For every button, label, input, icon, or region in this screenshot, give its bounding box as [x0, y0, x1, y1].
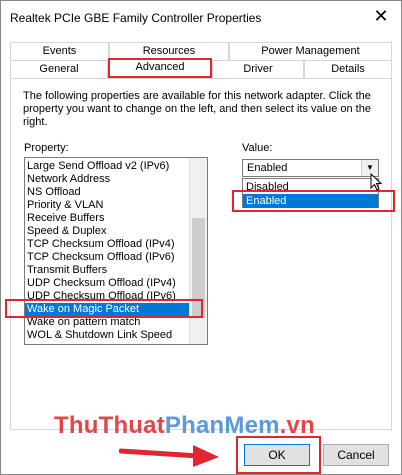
tab-driver[interactable]: Driver [212, 60, 304, 79]
list-item[interactable]: Speed & Duplex [27, 225, 107, 238]
title-bar: Realtek PCIe GBE Family Controller Prope… [1, 1, 401, 33]
list-item[interactable]: Network Address [27, 173, 110, 186]
list-item[interactable]: WOL & Shutdown Link Speed [27, 329, 172, 342]
tab-label: Power Management [261, 45, 360, 57]
tab-label: General [39, 63, 79, 75]
tab-general[interactable]: General [10, 60, 108, 79]
highlight-wake-on-magic-packet [5, 299, 203, 318]
description-text: The following properties are available f… [23, 90, 371, 128]
close-icon[interactable]: ✕ [367, 5, 395, 29]
list-item[interactable]: Receive Buffers [27, 212, 104, 225]
watermark-part: PhanMem [164, 412, 280, 439]
tab-label: Driver [243, 63, 273, 75]
cancel-button[interactable]: Cancel [323, 444, 389, 466]
property-label: Property: [24, 142, 69, 154]
highlight-ok-button [236, 436, 321, 474]
mouse-cursor-icon [370, 173, 382, 191]
red-arrow-icon [119, 445, 219, 467]
list-item[interactable]: Priority & VLAN [27, 199, 103, 212]
list-item[interactable]: Large Send Offload v2 (IPv6) [27, 160, 169, 173]
tab-details[interactable]: Details [304, 60, 392, 79]
tab-label: Events [42, 45, 77, 57]
list-item[interactable]: TCP Checksum Offload (IPv6) [27, 251, 175, 264]
tab-events[interactable]: Events [10, 42, 109, 60]
list-item[interactable]: Transmit Buffers [27, 264, 107, 277]
tab-label: Resources [142, 45, 196, 57]
list-item[interactable]: TCP Checksum Offload (IPv4) [27, 238, 175, 251]
highlight-advanced-tab [108, 58, 212, 78]
value-select[interactable]: Enabled ▼ [242, 159, 379, 177]
watermark-part: ThuThuat [54, 412, 165, 439]
properties-dialog: Realtek PCIe GBE Family Controller Prope… [0, 0, 402, 475]
value-label: Value: [242, 142, 273, 154]
list-item[interactable]: NS Offload [27, 186, 81, 199]
window-title: Realtek PCIe GBE Family Controller Prope… [10, 11, 262, 25]
value-select-current: Enabled [247, 162, 288, 174]
tab-label: Details [331, 63, 365, 75]
list-item[interactable]: UDP Checksum Offload (IPv4) [27, 277, 176, 290]
tab-power-management[interactable]: Power Management [229, 42, 392, 60]
highlight-enabled-option [232, 190, 395, 212]
watermark-part: .vn [279, 412, 315, 439]
